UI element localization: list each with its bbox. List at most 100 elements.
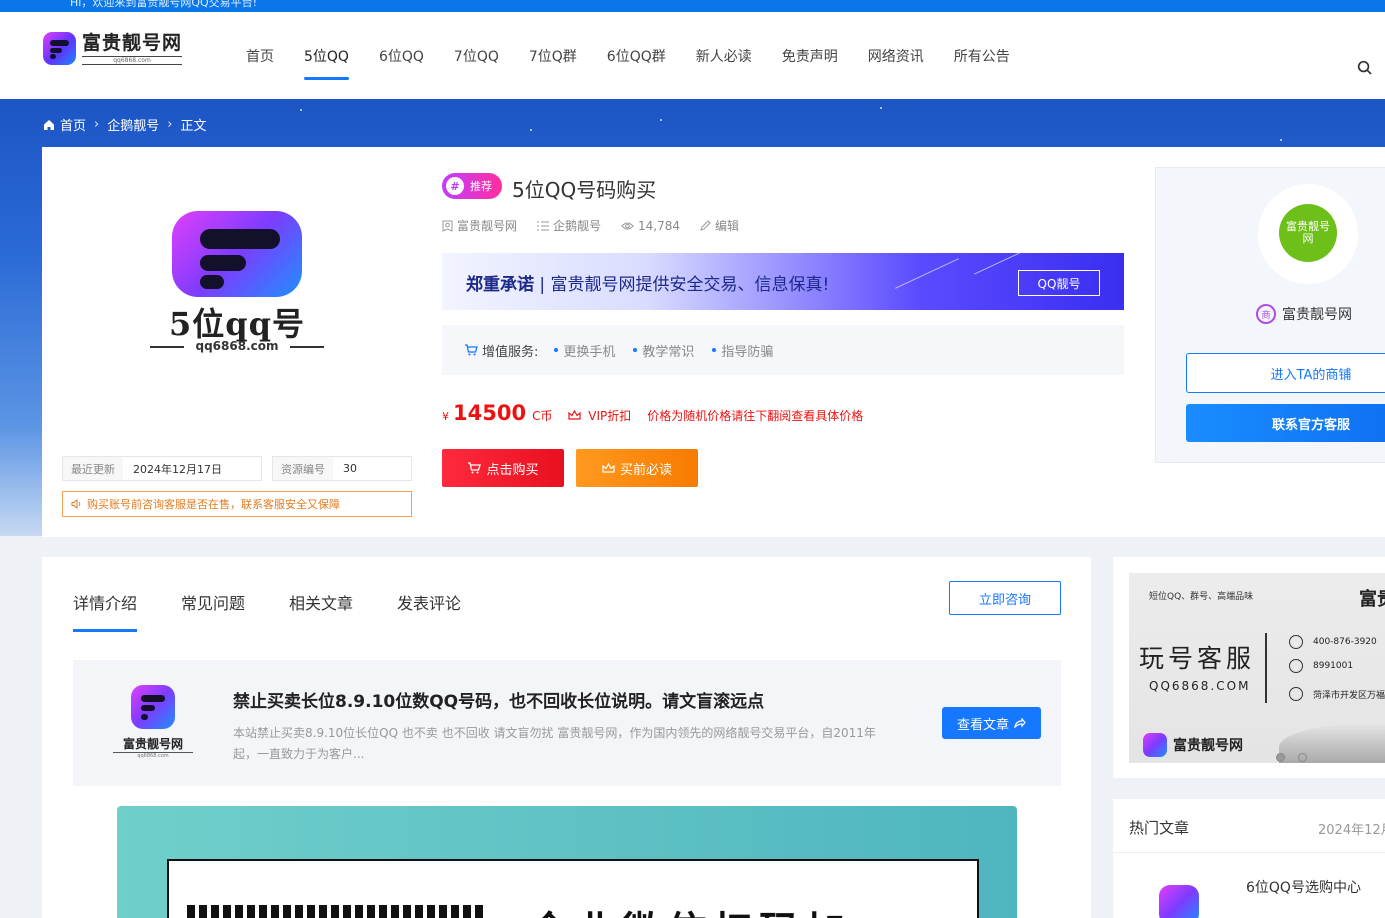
sidebar-ad: 短位QQ、群号、高端品味 富贵 玩号客服 QQ6868.COM 400-876-…	[1113, 557, 1385, 778]
detail-card: 详情介绍 常见问题 相关文章 发表评论 立即咨询 富贵靓号网 qq6868.co…	[42, 557, 1091, 918]
nav-newcomer[interactable]: 新人必读	[696, 46, 752, 66]
product-title: 5位QQ号码购买	[512, 178, 657, 202]
vip-discount[interactable]: VIP折扣	[568, 407, 631, 424]
logo-icon	[1143, 733, 1167, 757]
shop-avatar[interactable]: 富贵靓号网	[1279, 204, 1337, 262]
author-meta[interactable]: 富贵靓号网	[442, 217, 517, 234]
recommend-label: 推荐	[470, 180, 492, 193]
search-icon[interactable]	[1357, 60, 1372, 75]
top-strip-text: Hi，欢迎来到富贵靓号网QQ交易平台!	[70, 0, 258, 9]
price-value: 14500	[453, 401, 527, 425]
view-article-button[interactable]: 查看文章	[942, 707, 1041, 739]
nav-6qqgroup[interactable]: 6位QQ群	[607, 46, 666, 66]
nav-5qq[interactable]: 5位QQ	[304, 46, 349, 80]
promise-divider: |	[539, 275, 551, 295]
nav-news[interactable]: 网络资讯	[868, 46, 924, 66]
crumb-current: 正文	[180, 119, 207, 134]
contact-support-button[interactable]: 联系官方客服	[1186, 404, 1385, 442]
logo-icon	[131, 685, 175, 729]
poster-frame: 企业微信扫码加	[167, 859, 979, 918]
site-header: 富贵靓号网 qq6868.com 首页 5位QQ 6位QQ 7位QQ 7位Q群 …	[0, 12, 1385, 99]
carousel-dot-active[interactable]	[1276, 753, 1285, 762]
hash-icon: #	[446, 177, 464, 195]
article-title[interactable]: 禁止买卖长位8.9.10位数QQ号码，也不回收长位说明。请文盲滚远点	[233, 687, 764, 712]
crown-icon	[602, 462, 615, 473]
ad-cn-title: 玩号客服	[1139, 644, 1256, 673]
cart-icon	[468, 462, 482, 474]
ad-image[interactable]: 短位QQ、群号、高端品味 富贵 玩号客服 QQ6868.COM 400-876-…	[1129, 573, 1385, 763]
buy-button[interactable]: 点击购买	[442, 449, 564, 487]
qr-code-icon	[187, 905, 487, 918]
hot-thumb[interactable]	[1159, 885, 1199, 918]
tab-comment[interactable]: 发表评论	[397, 590, 461, 614]
hot-item-title[interactable]: 6位QQ号选购中心	[1246, 877, 1361, 897]
consult-button[interactable]: 立即咨询	[949, 581, 1061, 615]
service-item: 指导防骗	[712, 341, 773, 360]
carousel-dot[interactable]	[1298, 753, 1307, 762]
updated-box: 最近更新 2024年12月17日	[62, 456, 262, 481]
hot-articles: 热门文章 2024年12月 6位QQ号选购中心	[1113, 799, 1385, 918]
eye-icon	[621, 222, 634, 229]
tab-faq[interactable]: 常见问题	[181, 590, 245, 614]
edit-label: 编辑	[715, 219, 740, 233]
view-article-label: 查看文章	[956, 717, 1009, 733]
resource-value: 30	[343, 462, 357, 475]
read-before-button[interactable]: 买前必读	[576, 449, 698, 487]
ad-qq: 8991001	[1289, 659, 1353, 673]
top-strip: Hi，欢迎来到富贵靓号网QQ交易平台!	[0, 0, 1385, 12]
nav-7qgroup[interactable]: 7位Q群	[529, 46, 577, 66]
edit-meta[interactable]: 编辑	[700, 217, 739, 234]
tab-details[interactable]: 详情介绍	[73, 590, 138, 632]
nav-home[interactable]: 首页	[246, 46, 274, 66]
home-icon	[44, 119, 54, 130]
updated-label: 最近更新	[63, 457, 123, 480]
article-logo: 富贵靓号网 qq6868.com	[113, 685, 193, 759]
nav-notices[interactable]: 所有公告	[954, 46, 1010, 66]
featured-article: 富贵靓号网 qq6868.com 禁止买卖长位8.9.10位数QQ号码，也不回收…	[73, 660, 1061, 786]
ad-brand-name: 富贵靓号网	[1173, 738, 1243, 754]
ad-landscape	[1279, 723, 1385, 763]
detail-tabs: 详情介绍 常见问题 相关文章 发表评论	[73, 590, 505, 632]
ad-brand: 富贵靓号网	[1143, 733, 1243, 757]
resource-box: 资源编号 30	[272, 456, 412, 481]
divider	[1113, 852, 1385, 853]
chevron-right-icon: ›	[94, 117, 100, 132]
nav-7qq[interactable]: 7位QQ	[454, 46, 499, 66]
services-label: 增值服务:	[464, 341, 538, 360]
ad-corner-text: 富贵	[1359, 589, 1385, 610]
promise-button[interactable]: QQ靓号	[1018, 270, 1100, 296]
hot-date: 2024年12月	[1318, 823, 1385, 838]
poster-text: 企业微信扫码加	[529, 899, 851, 918]
category-meta[interactable]: 企鹅靓号	[537, 217, 601, 234]
hot-title: 热门文章	[1129, 819, 1190, 837]
article-description: 本站禁止买卖8.9.10位长位QQ 也不卖 也不回收 请文盲勿扰 富贵靓号网，作…	[233, 726, 876, 761]
article-logo-url: qq6868.com	[113, 752, 193, 759]
site-logo[interactable]: 富贵靓号网 qq6868.com	[43, 32, 183, 65]
main-nav: 首页 5位QQ 6位QQ 7位QQ 7位Q群 6位QQ群 新人必读 免责声明 网…	[246, 46, 1040, 80]
shop-name-text: 富贵靓号网	[1282, 307, 1352, 323]
crumb-home[interactable]: 首页	[60, 115, 86, 134]
wechat-poster: 企业微信扫码加	[117, 806, 1017, 918]
breadcrumb: 首页 › 企鹅靓号 › 正文	[43, 115, 206, 134]
read-before-label: 买前必读	[619, 462, 672, 478]
ad-phone: 400-876-3920	[1289, 635, 1377, 649]
shop-name: 商 富贵靓号网	[1256, 304, 1352, 324]
product-image: 5位qq号 qq6868.com	[142, 207, 332, 357]
tab-related[interactable]: 相关文章	[289, 590, 353, 614]
ad-address: 菏泽市开发区万福	[1289, 687, 1385, 701]
enter-shop-button[interactable]: 进入TA的商铺	[1186, 353, 1385, 393]
logo-url: qq6868.com	[82, 56, 183, 65]
views-count: 14,784	[638, 218, 681, 233]
nav-6qq[interactable]: 6位QQ	[379, 46, 424, 66]
purchase-notice: 购买账号前咨询客服是否在售，联系客服安全又保障	[62, 491, 412, 517]
crumb-category[interactable]: 企鹅靓号	[107, 115, 159, 134]
nav-disclaimer[interactable]: 免责声明	[782, 46, 838, 66]
views-meta: 14,784	[621, 217, 680, 234]
cart-icon	[465, 344, 478, 356]
phone-icon	[1289, 635, 1303, 649]
product-logo-icon	[172, 211, 302, 297]
value-services: 增值服务: 更换手机 教学常识 指导防骗	[442, 325, 1124, 375]
promise-bold: 郑重承诺	[466, 275, 534, 295]
chat-icon	[1289, 659, 1303, 673]
ad-domain: QQ6868.COM	[1149, 679, 1251, 693]
